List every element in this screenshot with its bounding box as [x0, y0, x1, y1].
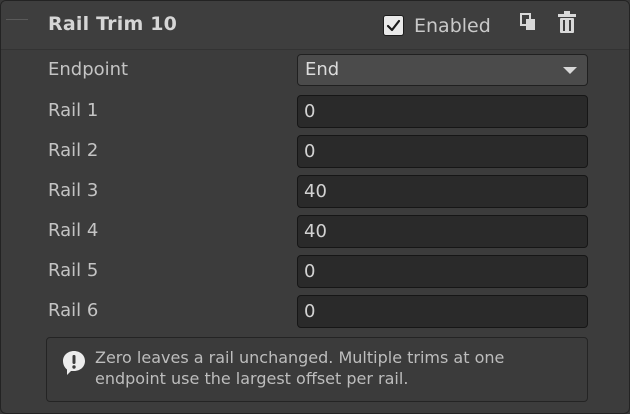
checkmark-icon: [386, 19, 401, 32]
rail5-input[interactable]: 0: [297, 255, 588, 288]
rail4-input[interactable]: 40: [297, 215, 588, 248]
drag-handle[interactable]: [1, 1, 39, 49]
enabled-checkbox[interactable]: [383, 15, 404, 36]
copy-icon[interactable]: [518, 11, 540, 35]
endpoint-value: End: [305, 59, 340, 80]
endpoint-label: Endpoint: [48, 59, 129, 80]
trash-icon[interactable]: [556, 11, 578, 35]
rail6-label: Rail 6: [48, 300, 99, 321]
rail3-label: Rail 3: [48, 180, 99, 201]
rail5-label: Rail 5: [48, 260, 99, 281]
rail2-input[interactable]: 0: [297, 135, 588, 168]
endpoint-dropdown[interactable]: End: [297, 54, 588, 86]
rail-trim-panel: Rail Trim 10 Enabled Endpoint End Rail 1…: [0, 0, 630, 414]
component-title: Rail Trim 10: [48, 13, 178, 35]
info-speech-bubble-icon: [62, 350, 86, 376]
rail1-input[interactable]: 0: [297, 95, 588, 128]
rail6-input[interactable]: 0: [297, 295, 588, 328]
rail4-label: Rail 4: [48, 220, 99, 241]
rail2-label: Rail 2: [48, 140, 99, 161]
enabled-label[interactable]: Enabled: [414, 15, 491, 37]
help-text: Zero leaves a rail unchanged. Multiple t…: [95, 348, 505, 388]
rail3-input[interactable]: 40: [297, 175, 588, 208]
dropdown-arrow-icon: [563, 67, 577, 74]
grip-line: [6, 19, 28, 20]
help-box: Zero leaves a rail unchanged. Multiple t…: [46, 337, 588, 402]
component-header[interactable]: Rail Trim 10 Enabled: [1, 1, 629, 50]
rail1-label: Rail 1: [48, 100, 99, 121]
